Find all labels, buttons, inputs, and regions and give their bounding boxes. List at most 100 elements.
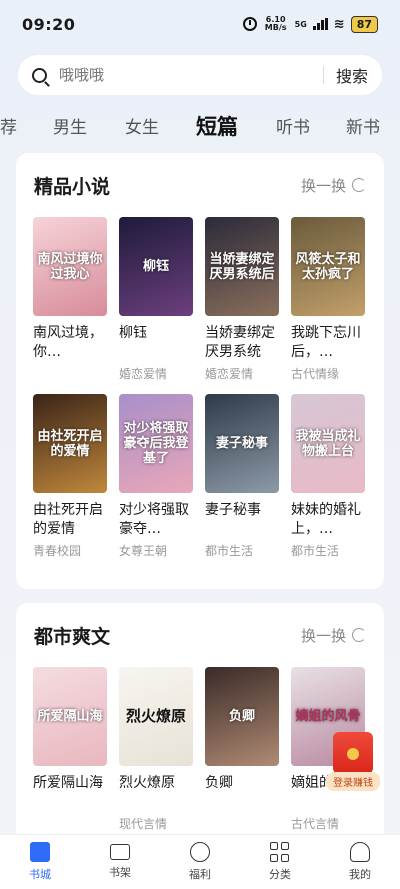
tab-male[interactable]: 男生 bbox=[53, 113, 87, 138]
book-item[interactable]: 对少将强取豪夺后我登基了 对少将强取豪夺… 女尊王朝 bbox=[119, 394, 193, 559]
status-icons: 6.10 MB/s 5G ≋ 87 bbox=[242, 15, 378, 33]
nav-bookstore[interactable]: 书城 bbox=[10, 842, 70, 882]
book-item[interactable]: 所爱隔山海 所爱隔山海 bbox=[33, 667, 107, 832]
book-item[interactable]: 负卿 负卿 bbox=[205, 667, 279, 832]
book-cover[interactable]: 当娇妻绑定厌男系统后 bbox=[205, 217, 279, 316]
book-cover[interactable]: 由社死开启的爱情 bbox=[33, 394, 107, 493]
cover-title: 风筱太子和太孙疯了 bbox=[295, 251, 361, 282]
status-time: 09:20 bbox=[22, 14, 76, 34]
book-title[interactable]: 由社死开启的爱情 bbox=[33, 501, 107, 539]
network-type: 5G bbox=[294, 19, 307, 29]
login-reward-button[interactable]: 登录赚钱 bbox=[326, 732, 380, 791]
section-title: 精品小说 bbox=[34, 175, 111, 198]
book-title[interactable]: 南风过境，你… bbox=[33, 324, 107, 362]
nav-welfare[interactable]: 福利 bbox=[170, 842, 230, 882]
category-tabs: 荐 男生 女生 短篇 听书 新书 bbox=[0, 105, 400, 145]
nav-category[interactable]: 分类 bbox=[250, 842, 310, 882]
cover-title: 所爱隔山海 bbox=[37, 709, 103, 724]
book-cover[interactable]: 妻子秘事 bbox=[205, 394, 279, 493]
book-item[interactable]: 柳钰 柳钰 婚恋爱情 bbox=[119, 217, 193, 382]
bottom-nav: 书城 书架 福利 分类 我的 bbox=[0, 834, 400, 889]
wifi-icon: ≋ bbox=[333, 16, 345, 32]
search-divider bbox=[322, 66, 324, 84]
book-item[interactable]: 当娇妻绑定厌男系统后 当娇妻绑定厌男系统 婚恋爱情 bbox=[205, 217, 279, 382]
book-cover[interactable]: 柳钰 bbox=[119, 217, 193, 316]
refresh-icon bbox=[352, 178, 366, 192]
tab-new[interactable]: 新书 bbox=[346, 113, 380, 138]
cover-title: 由社死开启的爱情 bbox=[37, 428, 103, 459]
book-title[interactable]: 妹妹的婚礼上，… bbox=[291, 501, 365, 539]
book-item[interactable]: 烈火燎原 烈火燎原 现代言情 bbox=[119, 667, 193, 832]
tab-short[interactable]: 短篇 bbox=[196, 111, 238, 141]
refresh-button[interactable]: 换一换 bbox=[301, 625, 366, 646]
tab-audiobook[interactable]: 听书 bbox=[276, 113, 310, 138]
book-cover[interactable]: 风筱太子和太孙疯了 bbox=[291, 217, 365, 316]
cover-title: 柳钰 bbox=[142, 259, 169, 274]
bookshelf-icon bbox=[110, 844, 130, 860]
book-item[interactable]: 我被当成礼物搬上台 妹妹的婚礼上，… 都市生活 bbox=[291, 394, 365, 559]
book-cover[interactable]: 南风过境你过我心 bbox=[33, 217, 107, 316]
book-title[interactable]: 柳钰 bbox=[119, 324, 193, 362]
refresh-button[interactable]: 换一换 bbox=[301, 175, 366, 196]
tab-recommend[interactable]: 荐 bbox=[0, 113, 17, 138]
book-genre: 现代言情 bbox=[119, 817, 168, 831]
cover-title: 当娇妻绑定厌男系统后 bbox=[209, 251, 275, 282]
nav-profile[interactable]: 我的 bbox=[330, 842, 390, 882]
book-item[interactable]: 南风过境你过我心 南风过境，你… bbox=[33, 217, 107, 382]
search-bar[interactable]: 搜索 bbox=[18, 55, 382, 95]
battery-indicator: 87 bbox=[350, 15, 378, 33]
red-packet-icon bbox=[333, 732, 373, 774]
red-packet-label: 登录赚钱 bbox=[326, 772, 380, 791]
book-genre: 婚恋爱情 bbox=[119, 367, 168, 381]
refresh-icon bbox=[352, 628, 366, 642]
book-item[interactable]: 风筱太子和太孙疯了 我跳下忘川后，… 古代情缘 bbox=[291, 217, 365, 382]
book-title[interactable]: 我跳下忘川后，… bbox=[291, 324, 365, 362]
book-genre: 都市生活 bbox=[205, 544, 254, 558]
refresh-label: 换一换 bbox=[300, 176, 346, 195]
cover-title: 我被当成礼物搬上台 bbox=[295, 428, 361, 459]
book-cover[interactable]: 所爱隔山海 bbox=[33, 667, 107, 766]
book-cover[interactable]: 我被当成礼物搬上台 bbox=[291, 394, 365, 493]
book-icon bbox=[30, 842, 50, 862]
book-genre: 女尊王朝 bbox=[119, 544, 168, 558]
nav-label: 书城 bbox=[29, 868, 51, 881]
book-cover[interactable]: 对少将强取豪夺后我登基了 bbox=[119, 394, 193, 493]
book-title[interactable]: 当娇妻绑定厌男系统 bbox=[205, 324, 279, 362]
cover-title: 嫡姐的风骨 bbox=[295, 709, 361, 724]
nav-label: 分类 bbox=[269, 868, 291, 881]
nav-label: 福利 bbox=[189, 868, 211, 881]
cover-title: 负卿 bbox=[228, 709, 255, 724]
search-button[interactable]: 搜索 bbox=[336, 63, 368, 87]
book-title[interactable]: 负卿 bbox=[205, 774, 279, 812]
section-title: 都市爽文 bbox=[34, 625, 111, 648]
book-item[interactable]: 妻子秘事 妻子秘事 都市生活 bbox=[205, 394, 279, 559]
nav-label: 书架 bbox=[109, 866, 131, 879]
cover-title: 南风过境你过我心 bbox=[37, 251, 103, 282]
book-grid: 南风过境你过我心 南风过境，你… 柳钰 柳钰 婚恋爱情 当娇妻绑定厌男系统后 当… bbox=[16, 217, 384, 571]
book-genre: 青春校园 bbox=[33, 544, 82, 558]
book-genre: 古代言情 bbox=[291, 817, 340, 831]
section-header: 精品小说 换一换 bbox=[16, 153, 384, 217]
book-title[interactable]: 所爱隔山海 bbox=[33, 774, 107, 812]
book-genre: 婚恋爱情 bbox=[205, 367, 254, 381]
section-header: 都市爽文 换一换 bbox=[16, 603, 384, 667]
cover-title: 对少将强取豪夺后我登基了 bbox=[123, 421, 189, 466]
book-title[interactable]: 对少将强取豪夺… bbox=[119, 501, 193, 539]
status-bar: 09:20 6.10 MB/s 5G ≋ 87 bbox=[0, 0, 400, 48]
book-item[interactable]: 由社死开启的爱情 由社死开启的爱情 青春校园 bbox=[33, 394, 107, 559]
welfare-icon bbox=[190, 842, 210, 862]
search-input[interactable] bbox=[59, 66, 311, 84]
book-genre: 都市生活 bbox=[291, 544, 340, 558]
section-urban-novels: 都市爽文 换一换 所爱隔山海 所爱隔山海 烈火燎原 烈火燎原 现代言情 负卿 负… bbox=[16, 603, 384, 834]
book-cover[interactable]: 负卿 bbox=[205, 667, 279, 766]
refresh-label: 换一换 bbox=[300, 626, 346, 645]
net-speed: 6.10 MB/s bbox=[264, 15, 287, 32]
book-title[interactable]: 烈火燎原 bbox=[119, 774, 193, 812]
nav-bookshelf[interactable]: 书架 bbox=[90, 844, 150, 880]
book-cover[interactable]: 烈火燎原 bbox=[119, 667, 193, 766]
tab-female[interactable]: 女生 bbox=[125, 113, 159, 138]
cover-title: 妻子秘事 bbox=[215, 436, 268, 451]
category-grid-icon bbox=[270, 842, 290, 862]
user-icon bbox=[350, 842, 370, 862]
book-title[interactable]: 妻子秘事 bbox=[205, 501, 279, 539]
